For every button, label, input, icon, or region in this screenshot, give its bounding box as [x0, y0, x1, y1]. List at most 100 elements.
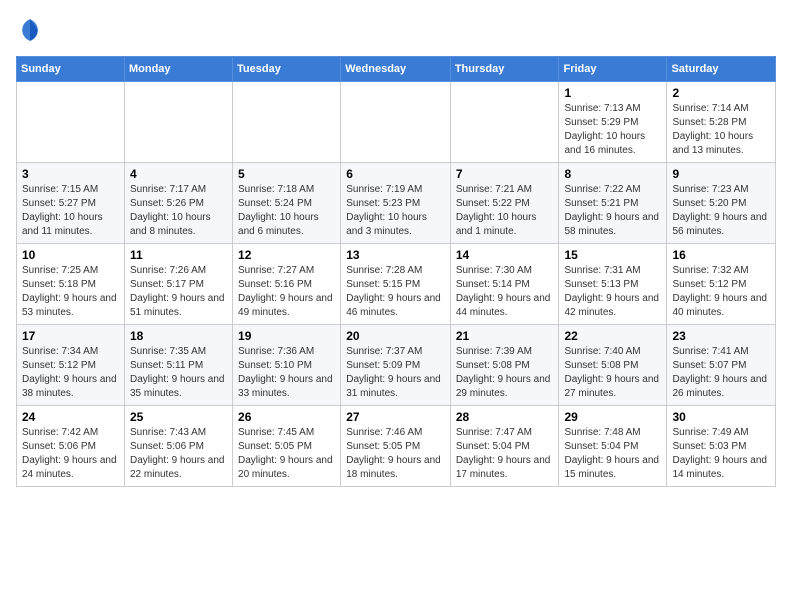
day-number: 4 [130, 167, 227, 181]
day-info: Sunrise: 7:22 AMSunset: 5:21 PMDaylight:… [564, 183, 661, 239]
calendar-table: SundayMondayTuesdayWednesdayThursdayFrid… [16, 56, 776, 487]
day-number: 1 [564, 86, 661, 100]
calendar-cell: 7 Sunrise: 7:21 AMSunset: 5:22 PMDaylight… [450, 163, 559, 244]
day-info: Sunrise: 7:17 AMSunset: 5:26 PMDaylight:… [130, 183, 227, 239]
day-number: 14 [456, 248, 554, 262]
calendar-cell: 18 Sunrise: 7:35 AMSunset: 5:11 PMDayligh… [124, 325, 232, 406]
calendar-cell: 16 Sunrise: 7:32 AMSunset: 5:12 PMDayligh… [667, 244, 776, 325]
day-info: Sunrise: 7:27 AMSunset: 5:16 PMDaylight:… [238, 264, 335, 320]
calendar-cell: 5 Sunrise: 7:18 AMSunset: 5:24 PMDaylight… [233, 163, 341, 244]
day-number: 24 [22, 410, 119, 424]
day-info: Sunrise: 7:31 AMSunset: 5:13 PMDaylight:… [564, 264, 661, 320]
day-number: 6 [346, 167, 445, 181]
day-info: Sunrise: 7:37 AMSunset: 5:09 PMDaylight:… [346, 345, 445, 401]
day-number: 30 [672, 410, 770, 424]
calendar-cell: 1Sunrise: 7:13 AMSunset: 5:29 PMDaylight… [559, 82, 667, 163]
calendar-cell [124, 82, 232, 163]
day-info: Sunrise: 7:48 AMSunset: 5:04 PMDaylight:… [564, 426, 661, 482]
calendar-cell [17, 82, 125, 163]
day-number: 17 [22, 329, 119, 343]
day-info: Sunrise: 7:47 AMSunset: 5:04 PMDaylight:… [456, 426, 554, 482]
day-info: Sunrise: 7:46 AMSunset: 5:05 PMDaylight:… [346, 426, 445, 482]
day-info: Sunrise: 7:28 AMSunset: 5:15 PMDaylight:… [346, 264, 445, 320]
day-info: Sunrise: 7:32 AMSunset: 5:12 PMDaylight:… [672, 264, 770, 320]
day-number: 13 [346, 248, 445, 262]
day-info: Sunrise: 7:35 AMSunset: 5:11 PMDaylight:… [130, 345, 227, 401]
day-number: 29 [564, 410, 661, 424]
day-number: 16 [672, 248, 770, 262]
day-number: 19 [238, 329, 335, 343]
day-info: Sunrise: 7:43 AMSunset: 5:06 PMDaylight:… [130, 426, 227, 482]
day-info: Sunrise: 7:30 AMSunset: 5:14 PMDaylight:… [456, 264, 554, 320]
day-info: Sunrise: 7:34 AMSunset: 5:12 PMDaylight:… [22, 345, 119, 401]
calendar-cell [233, 82, 341, 163]
day-info: Sunrise: 7:19 AMSunset: 5:23 PMDaylight:… [346, 183, 445, 239]
calendar-cell: 13 Sunrise: 7:28 AMSunset: 5:15 PMDayligh… [341, 244, 451, 325]
weekday-header-tuesday: Tuesday [233, 57, 341, 82]
day-info: Sunrise: 7:41 AMSunset: 5:07 PMDaylight:… [672, 345, 770, 401]
calendar-cell: 6 Sunrise: 7:19 AMSunset: 5:23 PMDaylight… [341, 163, 451, 244]
day-info: Sunrise: 7:26 AMSunset: 5:17 PMDaylight:… [130, 264, 227, 320]
day-info: Sunrise: 7:36 AMSunset: 5:10 PMDaylight:… [238, 345, 335, 401]
day-info: Sunrise: 7:15 AMSunset: 5:27 PMDaylight:… [22, 183, 119, 239]
calendar-cell: 20 Sunrise: 7:37 AMSunset: 5:09 PMDayligh… [341, 325, 451, 406]
calendar-cell: 24 Sunrise: 7:42 AMSunset: 5:06 PMDayligh… [17, 406, 125, 487]
calendar-cell: 30 Sunrise: 7:49 AMSunset: 5:03 PMDayligh… [667, 406, 776, 487]
calendar-cell: 9 Sunrise: 7:23 AMSunset: 5:20 PMDaylight… [667, 163, 776, 244]
day-number: 22 [564, 329, 661, 343]
day-number: 8 [564, 167, 661, 181]
day-info: Sunrise: 7:42 AMSunset: 5:06 PMDaylight:… [22, 426, 119, 482]
day-info: Sunrise: 7:21 AMSunset: 5:22 PMDaylight:… [456, 183, 554, 239]
page-header [16, 16, 776, 44]
day-number: 18 [130, 329, 227, 343]
day-info: Sunrise: 7:18 AMSunset: 5:24 PMDaylight:… [238, 183, 335, 239]
weekday-header-wednesday: Wednesday [341, 57, 451, 82]
day-info: Sunrise: 7:39 AMSunset: 5:08 PMDaylight:… [456, 345, 554, 401]
weekday-header-friday: Friday [559, 57, 667, 82]
weekday-header-thursday: Thursday [450, 57, 559, 82]
calendar-cell: 28 Sunrise: 7:47 AMSunset: 5:04 PMDayligh… [450, 406, 559, 487]
day-number: 12 [238, 248, 335, 262]
day-info: Sunrise: 7:45 AMSunset: 5:05 PMDaylight:… [238, 426, 335, 482]
day-number: 25 [130, 410, 227, 424]
calendar-cell: 17 Sunrise: 7:34 AMSunset: 5:12 PMDayligh… [17, 325, 125, 406]
calendar-cell: 4 Sunrise: 7:17 AMSunset: 5:26 PMDaylight… [124, 163, 232, 244]
calendar-cell: 23 Sunrise: 7:41 AMSunset: 5:07 PMDayligh… [667, 325, 776, 406]
day-number: 15 [564, 248, 661, 262]
calendar-cell: 3 Sunrise: 7:15 AMSunset: 5:27 PMDaylight… [17, 163, 125, 244]
calendar-cell: 26 Sunrise: 7:45 AMSunset: 5:05 PMDayligh… [233, 406, 341, 487]
day-number: 9 [672, 167, 770, 181]
calendar-cell [450, 82, 559, 163]
day-number: 28 [456, 410, 554, 424]
day-number: 26 [238, 410, 335, 424]
logo-icon [16, 16, 44, 44]
day-number: 20 [346, 329, 445, 343]
calendar-cell [341, 82, 451, 163]
calendar-cell: 10Sunrise: 7:25 AMSunset: 5:18 PMDayligh… [17, 244, 125, 325]
calendar-cell: 2 Sunrise: 7:14 AMSunset: 5:28 PMDaylight… [667, 82, 776, 163]
calendar-cell: 19 Sunrise: 7:36 AMSunset: 5:10 PMDayligh… [233, 325, 341, 406]
calendar-cell: 12 Sunrise: 7:27 AMSunset: 5:16 PMDayligh… [233, 244, 341, 325]
day-info: Sunrise: 7:25 AMSunset: 5:18 PMDaylight:… [22, 264, 119, 320]
day-info: Sunrise: 7:14 AMSunset: 5:28 PMDaylight:… [672, 102, 770, 158]
weekday-header-sunday: Sunday [17, 57, 125, 82]
day-number: 27 [346, 410, 445, 424]
day-info: Sunrise: 7:23 AMSunset: 5:20 PMDaylight:… [672, 183, 770, 239]
day-number: 21 [456, 329, 554, 343]
calendar-cell: 27 Sunrise: 7:46 AMSunset: 5:05 PMDayligh… [341, 406, 451, 487]
day-number: 7 [456, 167, 554, 181]
calendar-cell: 14 Sunrise: 7:30 AMSunset: 5:14 PMDayligh… [450, 244, 559, 325]
day-number: 23 [672, 329, 770, 343]
calendar-cell: 8 Sunrise: 7:22 AMSunset: 5:21 PMDaylight… [559, 163, 667, 244]
calendar-cell: 25 Sunrise: 7:43 AMSunset: 5:06 PMDayligh… [124, 406, 232, 487]
day-info: Sunrise: 7:40 AMSunset: 5:08 PMDaylight:… [564, 345, 661, 401]
weekday-header-monday: Monday [124, 57, 232, 82]
day-number: 11 [130, 248, 227, 262]
day-number: 2 [672, 86, 770, 100]
day-number: 3 [22, 167, 119, 181]
weekday-header-saturday: Saturday [667, 57, 776, 82]
day-number: 5 [238, 167, 335, 181]
calendar-cell: 11 Sunrise: 7:26 AMSunset: 5:17 PMDayligh… [124, 244, 232, 325]
calendar-cell: 22 Sunrise: 7:40 AMSunset: 5:08 PMDayligh… [559, 325, 667, 406]
day-info: Sunrise: 7:49 AMSunset: 5:03 PMDaylight:… [672, 426, 770, 482]
